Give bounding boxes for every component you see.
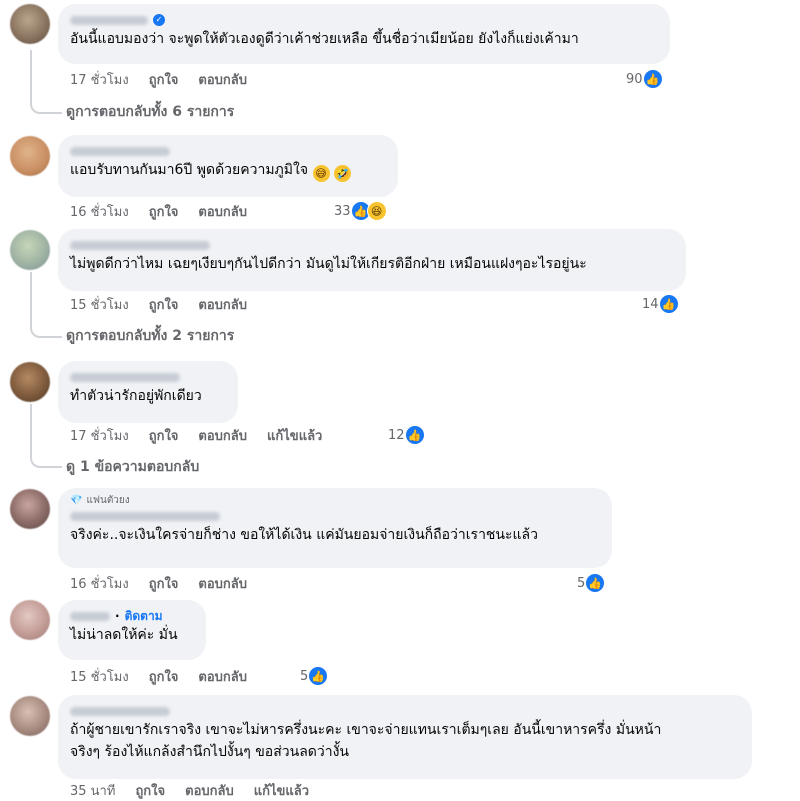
reply-button[interactable]: ตอบกลับ xyxy=(198,666,247,687)
avatar[interactable] xyxy=(10,230,50,270)
comment-actions: 16 ชั่วโมง ถูกใจ ตอบกลับ xyxy=(70,574,267,592)
comment-bubble: 💎 แฟนตัวยง จริงค่ะ..จะเงินใครจ่ายก็ช่าง … xyxy=(58,488,612,568)
like-button[interactable]: ถูกใจ xyxy=(149,573,179,594)
follow-button[interactable]: ติดตาม xyxy=(125,608,163,624)
comment-text: ไม่พูดดีกว่าไหม เฉยๆเงียบๆกันไปดีกว่า มั… xyxy=(70,256,587,272)
comment-text-line-1: ถ้าผู้ชายเขารักเราจริง เขาจะไม่หารครึ่งน… xyxy=(70,722,662,738)
comment-text: แอบรับทานกันมา6ปี พูดด้วยความภูมิใจ 😅 🤣 xyxy=(70,162,351,182)
reaction-summary[interactable]: 5 👍 xyxy=(577,573,606,593)
timestamp[interactable]: 17 ชั่วโมง xyxy=(70,69,129,90)
comment-actions: 16 ชั่วโมง ถูกใจ ตอบกลับ xyxy=(70,202,267,220)
comment-bubble: ถ้าผู้ชายเขารักเราจริง เขาจะไม่หารครึ่งน… xyxy=(58,695,752,779)
avatar[interactable] xyxy=(10,600,50,640)
comment-actions: 17 ชั่วโมง ถูกใจ ตอบกลับ xyxy=(70,70,267,88)
commenter-name[interactable]: · ติดตาม xyxy=(70,608,194,624)
comment-text: จริงค่ะ..จะเงินใครจ่ายก็ช่าง ขอให้ได้เงิ… xyxy=(70,527,538,543)
reply-button[interactable]: ตอบกลับ xyxy=(198,69,247,90)
comment-actions: 15 ชั่วโมง ถูกใจ ตอบกลับ xyxy=(70,667,267,685)
like-button[interactable]: ถูกใจ xyxy=(149,425,179,446)
timestamp[interactable]: 35 นาที xyxy=(70,780,115,801)
comment-text: ทำตัวน่ารักอยู่พักเดียว xyxy=(70,388,202,404)
sweat-smile-emoji: 😅 xyxy=(312,165,330,182)
edited-label: แก้ไขแล้ว xyxy=(253,783,310,799)
comment-bubble: ทำตัวน่ารักอยู่พักเดียว xyxy=(58,361,238,423)
comment-text-line-2: จริงๆ ร้องไห้แกล้งสำนึกไปงั้นๆ ขอส่วนลดว… xyxy=(70,744,349,760)
reaction-summary[interactable]: 90 👍 xyxy=(626,69,663,89)
reaction-summary[interactable]: 33 👍 😆 xyxy=(334,201,387,221)
commenter-name[interactable] xyxy=(70,703,740,719)
view-replies-link[interactable]: ดู 1 ข้อความตอบกลับ xyxy=(66,458,199,476)
reply-button[interactable]: ตอบกลับ xyxy=(198,201,247,222)
reply-button[interactable]: ตอบกลับ xyxy=(198,294,247,315)
reaction-count: 5 xyxy=(577,575,586,591)
like-icon: 👍 xyxy=(585,573,606,593)
comment-bubble: ไม่พูดดีกว่าไหม เฉยๆเงียบๆกันไปดีกว่า มั… xyxy=(58,229,686,291)
like-button[interactable]: ถูกใจ xyxy=(149,69,179,90)
reply-button[interactable]: ตอบกลับ xyxy=(198,573,247,594)
like-icon: 👍 xyxy=(658,294,679,314)
thread-line xyxy=(30,404,62,468)
like-icon: 👍 xyxy=(404,425,425,445)
reaction-summary[interactable]: 12 👍 xyxy=(388,425,425,445)
comment-bubble: ✓ อันนี้แอบมองว่า จะพูดให้ตัวเองดูดีว่าเ… xyxy=(58,4,670,64)
reaction-count: 14 xyxy=(642,296,659,312)
comment-actions: 15 ชั่วโมง ถูกใจ ตอบกลับ xyxy=(70,295,267,313)
view-replies-link[interactable]: ดูการตอบกลับทั้ง 2 รายการ xyxy=(66,327,234,345)
commenter-name[interactable] xyxy=(70,237,674,253)
fan-badge: 💎 แฟนตัวยง xyxy=(70,495,130,506)
rofl-emoji: 🤣 xyxy=(333,165,351,182)
reaction-count: 5 xyxy=(300,668,309,684)
timestamp[interactable]: 16 ชั่วโมง xyxy=(70,201,129,222)
commenter-name[interactable] xyxy=(70,508,600,524)
comment-text: ไม่น่าลดให้ค่ะ มั่น xyxy=(70,627,178,643)
reply-button[interactable]: ตอบกลับ xyxy=(185,780,234,801)
comment-actions: 17 ชั่วโมง ถูกใจ ตอบกลับ แก้ไขแล้ว xyxy=(70,426,342,444)
like-button[interactable]: ถูกใจ xyxy=(149,666,179,687)
timestamp[interactable]: 16 ชั่วโมง xyxy=(70,573,129,594)
reaction-count: 90 xyxy=(626,71,643,87)
reaction-summary[interactable]: 5 👍 xyxy=(300,666,329,686)
timestamp[interactable]: 15 ชั่วโมง xyxy=(70,294,129,315)
thread-line xyxy=(30,50,62,114)
comment-bubble: · ติดตาม ไม่น่าลดให้ค่ะ มั่น xyxy=(58,600,206,660)
commenter-name[interactable]: ✓ xyxy=(70,12,658,28)
thread-line xyxy=(30,272,62,338)
commenter-name[interactable] xyxy=(70,143,386,159)
reaction-count: 33 xyxy=(334,203,351,219)
diamond-icon: 💎 xyxy=(70,495,83,506)
reply-button[interactable]: ตอบกลับ xyxy=(198,425,247,446)
like-button[interactable]: ถูกใจ xyxy=(149,201,179,222)
avatar[interactable] xyxy=(10,489,50,529)
comment-text: อันนี้แอบมองว่า จะพูดให้ตัวเองดูดีว่าเค้… xyxy=(70,31,579,47)
comment-actions: 35 นาที ถูกใจ ตอบกลับ แก้ไขแล้ว xyxy=(70,781,329,799)
like-icon: 👍 xyxy=(308,666,329,686)
commenter-name[interactable] xyxy=(70,369,226,385)
like-button[interactable]: ถูกใจ xyxy=(135,780,165,801)
timestamp[interactable]: 17 ชั่วโมง xyxy=(70,425,129,446)
avatar[interactable] xyxy=(10,362,50,402)
haha-icon: 😆 xyxy=(366,201,387,221)
view-replies-link[interactable]: ดูการตอบกลับทั้ง 6 รายการ xyxy=(66,103,234,121)
timestamp[interactable]: 15 ชั่วโมง xyxy=(70,666,129,687)
avatar[interactable] xyxy=(10,136,50,176)
like-icon: 👍 xyxy=(642,69,663,89)
like-button[interactable]: ถูกใจ xyxy=(149,294,179,315)
comment-bubble: แอบรับทานกันมา6ปี พูดด้วยความภูมิใจ 😅 🤣 xyxy=(58,135,398,197)
reaction-count: 12 xyxy=(388,427,405,443)
reaction-summary[interactable]: 14 👍 xyxy=(642,294,679,314)
avatar[interactable] xyxy=(10,4,50,44)
verified-icon: ✓ xyxy=(153,14,165,26)
edited-label: แก้ไขแล้ว xyxy=(267,428,323,444)
avatar[interactable] xyxy=(10,696,50,736)
